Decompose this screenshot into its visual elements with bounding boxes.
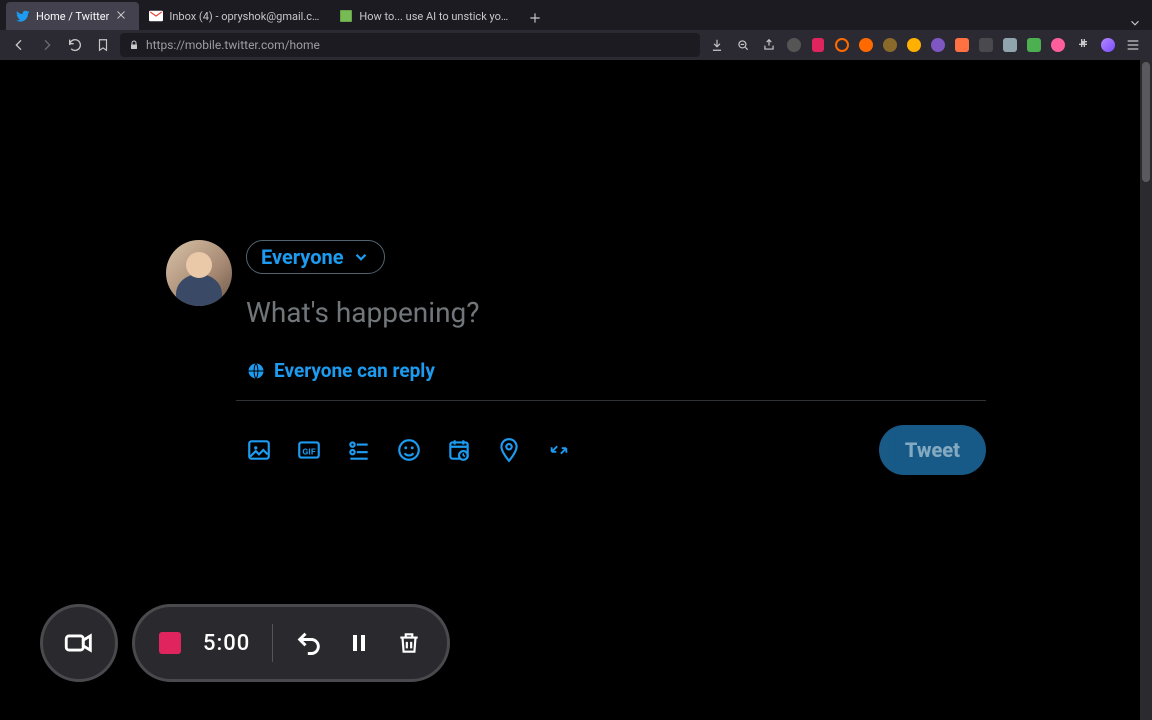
- extension-icon[interactable]: [1024, 35, 1044, 55]
- pause-button[interactable]: [345, 629, 373, 657]
- browser-chrome: Home / Twitter Inbox (4) - opryshok@gmai…: [0, 0, 1152, 60]
- compose-input[interactable]: What's happening?: [246, 296, 986, 329]
- tab-label: How to... use AI to unstick yourself: [359, 10, 509, 23]
- twitter-icon: [16, 9, 30, 23]
- extension-icon[interactable]: [784, 35, 804, 55]
- forward-button[interactable]: [36, 34, 58, 56]
- share-icon[interactable]: [758, 34, 780, 56]
- gif-icon[interactable]: GIF: [296, 437, 322, 463]
- browser-toolbar: https://mobile.twitter.com/home: [0, 30, 1152, 60]
- compose-toolbar: GIF: [246, 401, 986, 475]
- recorder-bar: 5:00: [132, 604, 450, 682]
- tab-label: Inbox (4) - opryshok@gmail.com - G: [169, 10, 319, 23]
- reply-label: Everyone can reply: [274, 359, 435, 382]
- url-bar[interactable]: https://mobile.twitter.com/home: [120, 33, 700, 57]
- extension-icon[interactable]: [856, 35, 876, 55]
- chevron-down-icon: [352, 248, 370, 266]
- emoji-icon[interactable]: [396, 437, 422, 463]
- globe-icon: [246, 361, 266, 381]
- zoom-icon[interactable]: [732, 34, 754, 56]
- reload-button[interactable]: [64, 34, 86, 56]
- bookmark-button[interactable]: [92, 34, 114, 56]
- page-content: Everyone What's happening? Everyone can …: [0, 60, 1152, 720]
- back-button[interactable]: [8, 34, 30, 56]
- extension-icon[interactable]: [1000, 35, 1020, 55]
- camera-toggle[interactable]: [40, 604, 118, 682]
- extension-icon[interactable]: [808, 35, 828, 55]
- tab-strip: Home / Twitter Inbox (4) - opryshok@gmai…: [0, 0, 1152, 30]
- schedule-icon[interactable]: [446, 437, 472, 463]
- record-indicator[interactable]: [159, 632, 181, 654]
- svg-text:GIF: GIF: [302, 447, 315, 457]
- screen-recorder: 5:00: [40, 604, 450, 682]
- scrollbar[interactable]: [1140, 60, 1152, 720]
- extension-icon[interactable]: [904, 35, 924, 55]
- undo-button[interactable]: [295, 629, 323, 657]
- extension-icon[interactable]: [1048, 35, 1068, 55]
- collapse-icon[interactable]: [546, 437, 572, 463]
- new-tab-button[interactable]: [523, 6, 547, 30]
- profile-avatar[interactable]: [1098, 35, 1118, 55]
- delete-button[interactable]: [395, 629, 423, 657]
- tab-label: Home / Twitter: [36, 10, 109, 23]
- download-icon[interactable]: [706, 34, 728, 56]
- gmail-icon: [149, 9, 163, 23]
- extension-icon[interactable]: [952, 35, 972, 55]
- audience-selector[interactable]: Everyone: [246, 240, 385, 274]
- extension-icon[interactable]: [832, 35, 852, 55]
- separator: [272, 624, 273, 662]
- menu-button[interactable]: [1122, 34, 1144, 56]
- chevron-down-icon[interactable]: [1128, 16, 1142, 30]
- avatar[interactable]: [166, 240, 232, 306]
- extension-icon[interactable]: [928, 35, 948, 55]
- reply-settings[interactable]: Everyone can reply: [246, 359, 986, 400]
- extension-icons: [706, 34, 1144, 56]
- lock-icon: [128, 39, 140, 51]
- extensions-button[interactable]: [1072, 34, 1094, 56]
- tab-gmail[interactable]: Inbox (4) - opryshok@gmail.com - G: [139, 2, 329, 30]
- tweet-button[interactable]: Tweet: [879, 425, 986, 475]
- close-icon[interactable]: [115, 9, 129, 23]
- media-icon[interactable]: [246, 437, 272, 463]
- audience-label: Everyone: [261, 245, 344, 269]
- page-icon: [339, 9, 353, 23]
- poll-icon[interactable]: [346, 437, 372, 463]
- tab-article[interactable]: How to... use AI to unstick yourself: [329, 2, 519, 30]
- recorder-time: 5:00: [203, 631, 250, 656]
- location-icon[interactable]: [496, 437, 522, 463]
- extension-icon[interactable]: [976, 35, 996, 55]
- tab-twitter[interactable]: Home / Twitter: [6, 2, 139, 30]
- url-text: https://mobile.twitter.com/home: [146, 38, 320, 52]
- extension-icon[interactable]: [880, 35, 900, 55]
